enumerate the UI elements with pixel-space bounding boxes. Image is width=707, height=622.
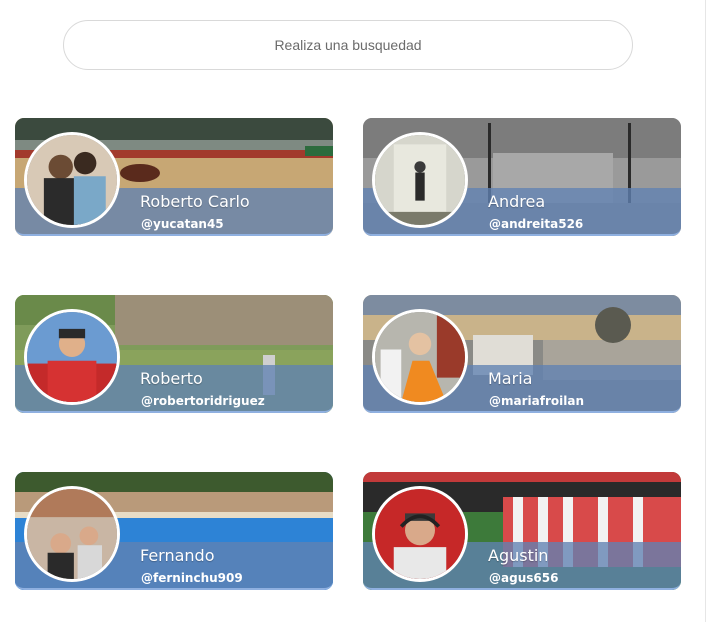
user-name: Agustin	[488, 546, 549, 565]
user-handle: @agus656	[489, 571, 559, 585]
user-handle: @yucatan45	[141, 217, 224, 231]
search-bar[interactable]	[63, 20, 633, 70]
user-handle: @andreita526	[489, 217, 584, 231]
avatar	[24, 486, 120, 582]
avatar	[372, 486, 468, 582]
avatar	[372, 309, 468, 405]
scrollbar-track	[705, 0, 706, 622]
user-handle: @mariafroilan	[489, 394, 584, 408]
avatar	[372, 132, 468, 228]
user-card-agustin[interactable]: Agustin @agus656	[363, 472, 681, 590]
user-name: Roberto	[140, 369, 203, 388]
search-input[interactable]	[64, 37, 632, 53]
user-name: Fernando	[140, 546, 215, 565]
user-card-roberto[interactable]: Roberto @robertoridriguez	[15, 295, 333, 413]
user-handle: @ferninchu909	[141, 571, 243, 585]
user-card-robertocarlo[interactable]: Roberto Carlo @yucatan45	[15, 118, 333, 236]
avatar	[24, 132, 120, 228]
user-name: Andrea	[488, 192, 546, 211]
avatar	[24, 309, 120, 405]
user-card-maria[interactable]: Maria @mariafroilan	[363, 295, 681, 413]
user-card-andrea[interactable]: Andrea @andreita526	[363, 118, 681, 236]
user-name: Maria	[488, 369, 533, 388]
user-card-fernando[interactable]: Fernando @ferninchu909	[15, 472, 333, 590]
user-name: Roberto Carlo	[140, 192, 250, 211]
user-handle: @robertoridriguez	[141, 394, 265, 408]
